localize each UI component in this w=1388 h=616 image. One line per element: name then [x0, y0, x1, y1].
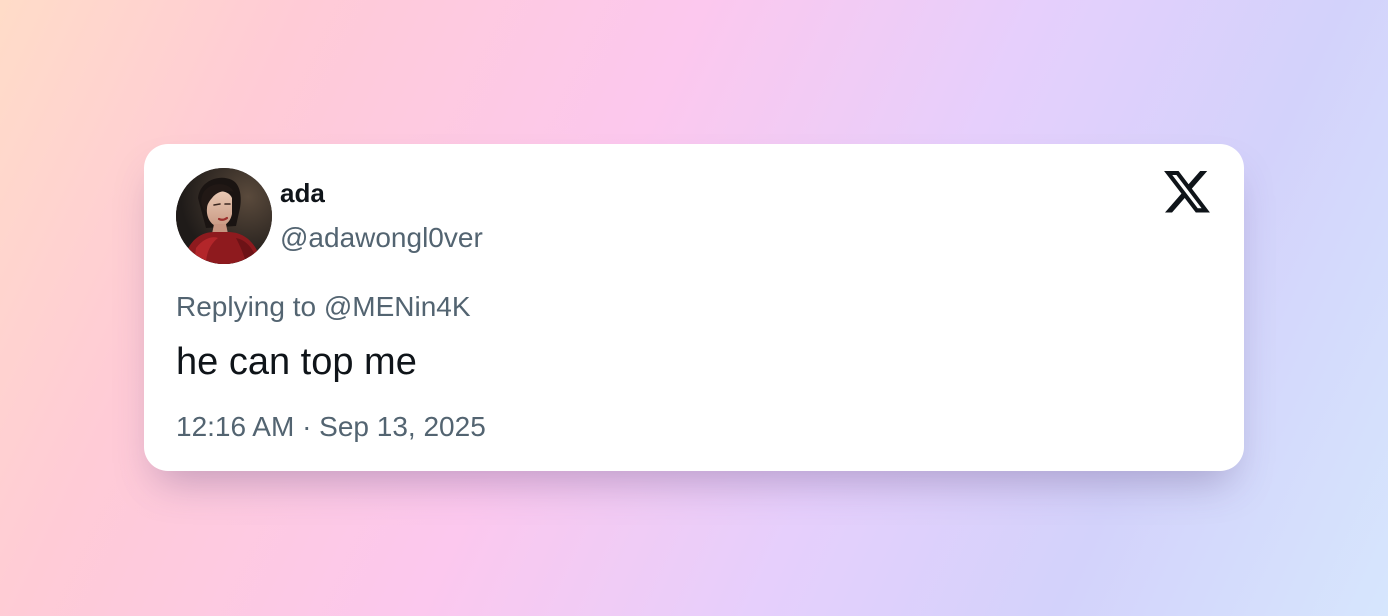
tweet-card: ada @adawongl0ver Replying to @MENin4K h…	[144, 144, 1244, 471]
x-logo-icon[interactable]	[1164, 171, 1210, 214]
tweet-text: he can top me	[176, 341, 417, 383]
replying-to-text[interactable]: Replying to @MENin4K	[176, 291, 471, 323]
x-logo-glyph	[1164, 171, 1210, 213]
author-display-name[interactable]: ada	[280, 178, 325, 208]
author-handle[interactable]: @adawongl0ver	[280, 222, 483, 254]
tweet-timestamp[interactable]: 12:16 AM · Sep 13, 2025	[176, 411, 486, 443]
avatar[interactable]	[176, 168, 272, 264]
avatar-image	[176, 168, 272, 264]
